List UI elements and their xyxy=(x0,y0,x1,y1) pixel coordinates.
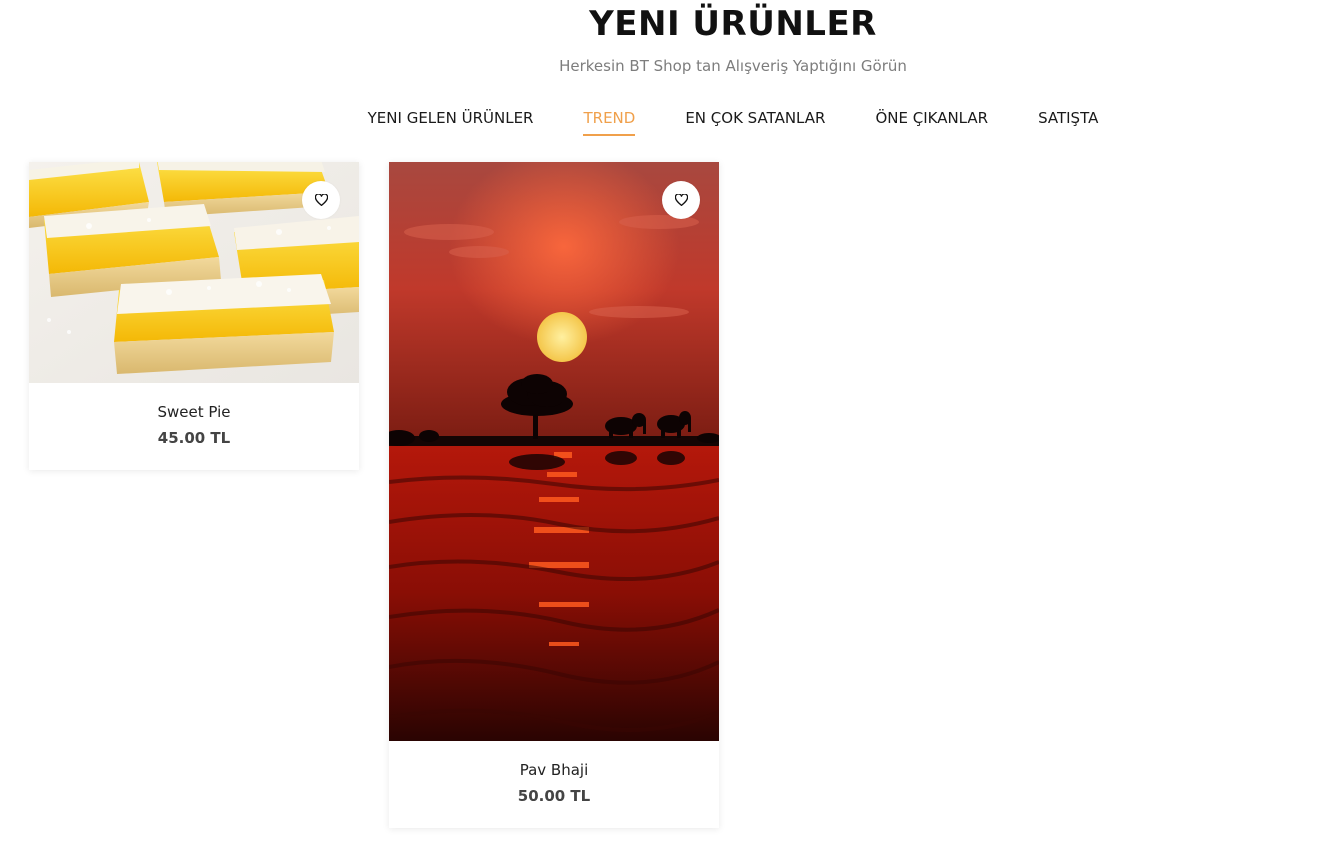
product-card[interactable]: Sweet Pie 45.00 TL xyxy=(29,162,359,470)
heart-outline-icon xyxy=(314,194,328,206)
product-name[interactable]: Sweet Pie xyxy=(29,403,359,421)
wishlist-button[interactable] xyxy=(662,181,700,219)
tab-featured[interactable]: ÖNE ÇIKANLAR xyxy=(875,109,988,136)
sunset-savanna-image xyxy=(389,162,719,741)
tab-best-sellers[interactable]: EN ÇOK SATANLAR xyxy=(685,109,825,136)
wishlist-button[interactable] xyxy=(302,181,340,219)
product-name[interactable]: Pav Bhaji xyxy=(389,761,719,779)
tab-new-arrivals[interactable]: YENI GELEN ÜRÜNLER xyxy=(368,109,534,136)
product-filter-tabs: YENI GELEN ÜRÜNLER TREND EN ÇOK SATANLAR… xyxy=(0,109,1320,136)
product-price: 50.00 TL xyxy=(517,787,591,805)
product-image[interactable] xyxy=(29,162,359,383)
product-image[interactable] xyxy=(389,162,719,741)
section-subtitle: Herkesin BT Shop tan Alışveriş Yaptığını… xyxy=(559,57,907,75)
section-title: YENI ÜRÜNLER xyxy=(589,4,877,44)
product-price: 45.00 TL xyxy=(157,429,231,447)
product-card[interactable]: Pav Bhaji 50.00 TL xyxy=(389,162,719,828)
tab-on-sale[interactable]: SATIŞTA xyxy=(1038,109,1098,136)
heart-outline-icon xyxy=(674,194,688,206)
tab-trend[interactable]: TREND xyxy=(583,109,636,136)
